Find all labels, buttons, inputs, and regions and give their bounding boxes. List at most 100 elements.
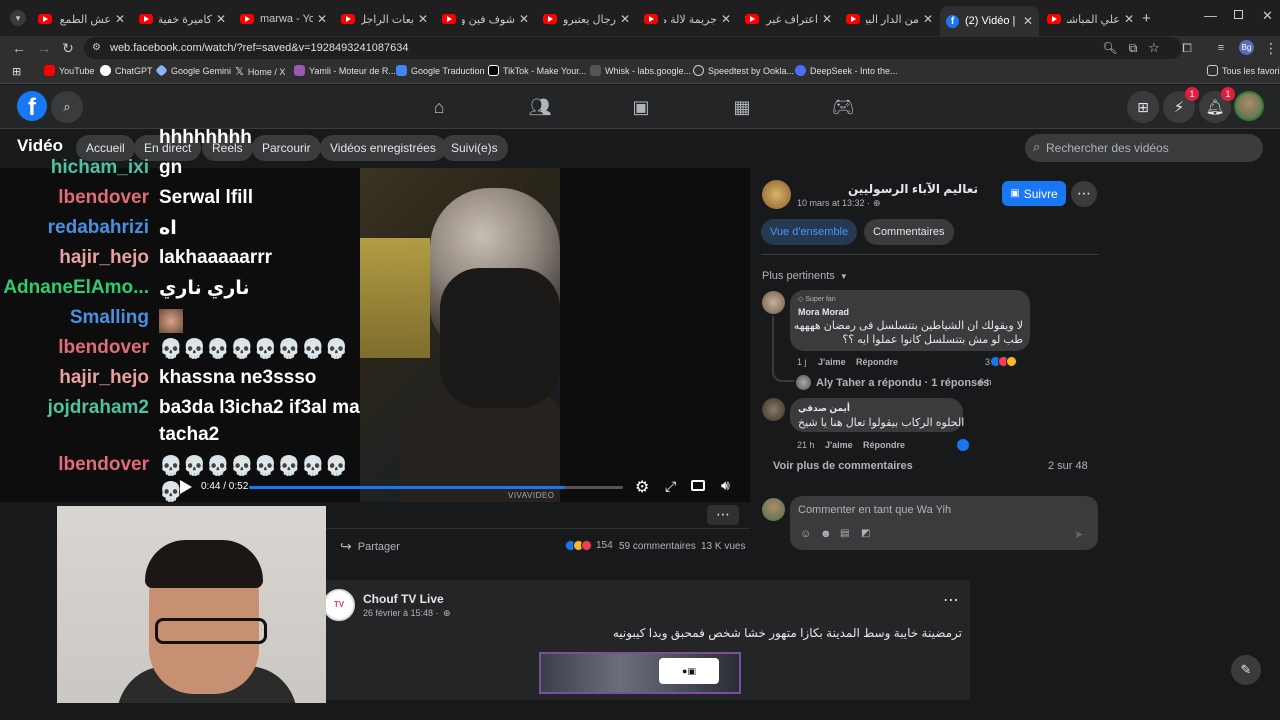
browser-tab[interactable]: بعات الراجل يكري✕ — [335, 6, 434, 32]
post-video-thumbnail[interactable]: ●▣ — [539, 652, 741, 694]
media-controls-icon[interactable]: ≡ — [1212, 40, 1230, 56]
minimize-window-icon[interactable]: — — [1204, 8, 1217, 23]
close-tab-icon[interactable]: ✕ — [1124, 12, 1134, 26]
browser-tab[interactable]: من الدار البيضاء✕ — [840, 6, 939, 32]
like-button[interactable]: J'aime — [818, 357, 846, 367]
zoom-icon[interactable]: 🔍︎ — [1101, 40, 1119, 56]
url-field[interactable]: ⚙ web.facebook.com/watch/?ref=saved&v=19… — [84, 37, 1182, 59]
close-tab-icon[interactable]: ✕ — [519, 12, 529, 26]
browser-menu-icon[interactable]: ⋮ — [1262, 40, 1280, 56]
close-tab-icon[interactable]: ✕ — [721, 12, 731, 26]
close-tab-icon[interactable]: ✕ — [317, 12, 327, 26]
browser-tab-active[interactable]: f(2) Vidéo | Facebook✕ — [940, 6, 1039, 36]
post-date[interactable]: 26 février à 15:48 · — [363, 608, 439, 618]
apps-icon[interactable]: ⊞ — [12, 65, 21, 78]
page-name[interactable]: تعاليم الآباء الرسوليين — [848, 182, 978, 196]
forward-arrow-icon[interactable]: → — [35, 40, 53, 56]
bookmark-star-icon[interactable]: ☆ — [1145, 40, 1163, 56]
reply-summary[interactable]: Aly Taher a répondu · 1 réponses — [816, 377, 989, 389]
reply-button[interactable]: Répondre — [863, 440, 905, 450]
gaming-icon[interactable]: 🎮︎ — [831, 95, 855, 119]
bookmark-yamli[interactable]: Yamli - Moteur de R... — [294, 65, 396, 76]
volume-icon[interactable]: 🔊︎ — [721, 477, 730, 494]
friends-icon[interactable]: 👥︎ — [528, 95, 552, 119]
bookmark-youtube[interactable]: YouTube — [44, 65, 94, 76]
browser-tab[interactable]: عش الطمع - ✕ — [32, 6, 131, 32]
share-button[interactable]: ↪ Partager — [340, 538, 400, 555]
avatar[interactable] — [762, 291, 785, 314]
avatar[interactable] — [762, 398, 785, 421]
pip-icon[interactable] — [691, 480, 705, 491]
bookmark-gemini[interactable]: Google Gemini — [155, 64, 231, 77]
search-icon[interactable]: ⌕ — [51, 91, 83, 123]
video-search-input[interactable]: ⌕ Rechercher des vidéos — [1025, 134, 1263, 162]
bookmark-chatgpt[interactable]: ChatGPT — [100, 65, 153, 76]
reply-button[interactable]: Répondre — [856, 357, 898, 367]
menu-grid-icon[interactable]: ⊞ — [1127, 91, 1159, 123]
video-icon[interactable]: ▣ — [629, 95, 653, 119]
post-date[interactable]: 10 mars at 13:32 · — [797, 198, 870, 208]
avatar-sticker-icon[interactable]: ☺ — [800, 528, 811, 540]
see-more-comments-link[interactable]: Voir plus de commentaires — [773, 460, 913, 472]
close-tab-icon[interactable]: ✕ — [822, 12, 832, 26]
restore-window-icon[interactable] — [1234, 10, 1243, 19]
page-name[interactable]: Chouf TV Live — [363, 592, 444, 606]
tab-comments[interactable]: Commentaires — [864, 219, 954, 245]
bookmark-whisk[interactable]: Whisk - labs.google... — [590, 65, 691, 76]
browser-tab[interactable]: شوف فين وصلنا✕ — [436, 6, 535, 32]
extensions-icon[interactable]: ⧠ — [1178, 40, 1196, 56]
comment-count[interactable]: 59 commentaires — [619, 541, 696, 552]
all-bookmarks-folder[interactable]: Tous les favoris — [1207, 65, 1280, 76]
page-avatar[interactable]: TV — [323, 589, 355, 621]
sticker-icon[interactable]: ◩ — [861, 528, 870, 539]
new-message-icon[interactable]: ✎ — [1231, 655, 1261, 685]
browser-tab[interactable]: كاميرة خفية توبع✕ — [133, 6, 232, 32]
follow-button[interactable]: ▣ Suivre — [1002, 181, 1066, 206]
browser-tab[interactable]: علي المباشر:الأيام✕ — [1041, 6, 1140, 32]
bookmark-speedtest[interactable]: Speedtest by Ookla... — [693, 65, 794, 76]
browser-tab[interactable]: رجال يعتبرون الع✕ — [537, 6, 636, 32]
browser-tab[interactable]: اعتراف غير مسبوق✕ — [739, 6, 838, 32]
reaction-summary[interactable]: 154 — [565, 540, 613, 551]
install-app-icon[interactable]: ⧉ — [1124, 40, 1142, 56]
avatar[interactable] — [1234, 91, 1264, 121]
home-icon[interactable]: ⌂ — [427, 95, 451, 119]
close-tab-icon[interactable]: ✕ — [620, 12, 630, 26]
post-options-icon[interactable]: ⋯ — [1071, 181, 1097, 207]
browser-tab[interactable]: جريمة لالة مريم✕ — [638, 6, 737, 32]
profile-avatar[interactable]: Bg — [1239, 40, 1254, 55]
bookmark-tiktok[interactable]: TikTok - Make Your... — [488, 65, 586, 76]
bookmark-google-translate[interactable]: Google Traduction — [396, 65, 485, 76]
video-progress-bar[interactable] — [249, 486, 623, 489]
send-icon[interactable]: ➤ — [1074, 528, 1083, 541]
tab-overview[interactable]: Vue d'ensemble — [761, 219, 858, 245]
messenger-icon[interactable]: ⚡︎ 1 — [1163, 87, 1199, 123]
emoji-icon[interactable]: ☻ — [820, 528, 832, 540]
facebook-logo[interactable]: f — [17, 91, 47, 121]
comment-author[interactable]: أيمن صدقي — [798, 403, 850, 414]
close-tab-icon[interactable]: ✕ — [216, 12, 226, 26]
settings-gear-icon[interactable]: ⚙ — [635, 477, 649, 497]
comment-reactions[interactable]: 3 — [985, 356, 1018, 367]
page-avatar[interactable] — [762, 180, 791, 209]
tab-explore[interactable]: Parcourir — [252, 135, 321, 161]
avatar[interactable] — [796, 375, 811, 390]
like-button[interactable]: J'aime — [825, 440, 853, 450]
gif-icon[interactable]: ▤ — [840, 528, 849, 539]
comment-author[interactable]: Mora Morad — [798, 307, 849, 317]
more-options-icon[interactable]: ⋯ — [707, 505, 739, 525]
marketplace-icon[interactable]: ▦ — [730, 95, 754, 119]
tab-following[interactable]: Suivi(e)s — [441, 135, 508, 161]
reload-icon[interactable]: ↻ — [59, 40, 77, 56]
browser-tab[interactable]: marwa - YouTube✕ — [234, 6, 333, 32]
new-tab-icon[interactable]: + — [1142, 10, 1151, 27]
close-tab-icon[interactable]: ✕ — [115, 12, 125, 26]
close-tab-icon[interactable]: ✕ — [923, 12, 933, 26]
sort-dropdown[interactable]: Plus pertinents ▼ — [762, 270, 848, 282]
fullscreen-icon[interactable]: ⤢ — [665, 478, 676, 495]
close-window-icon[interactable]: ✕ — [1262, 8, 1273, 24]
comment-input[interactable]: Commenter en tant que Wa Yih ☺ ☻ ▤ ◩ ➤ — [790, 496, 1098, 550]
bookmark-x[interactable]: 𝕏 Home / X — [235, 65, 285, 78]
bookmark-deepseek[interactable]: DeepSeek - Into the... — [795, 65, 898, 76]
post-options-icon[interactable]: ⋯ — [943, 590, 959, 610]
